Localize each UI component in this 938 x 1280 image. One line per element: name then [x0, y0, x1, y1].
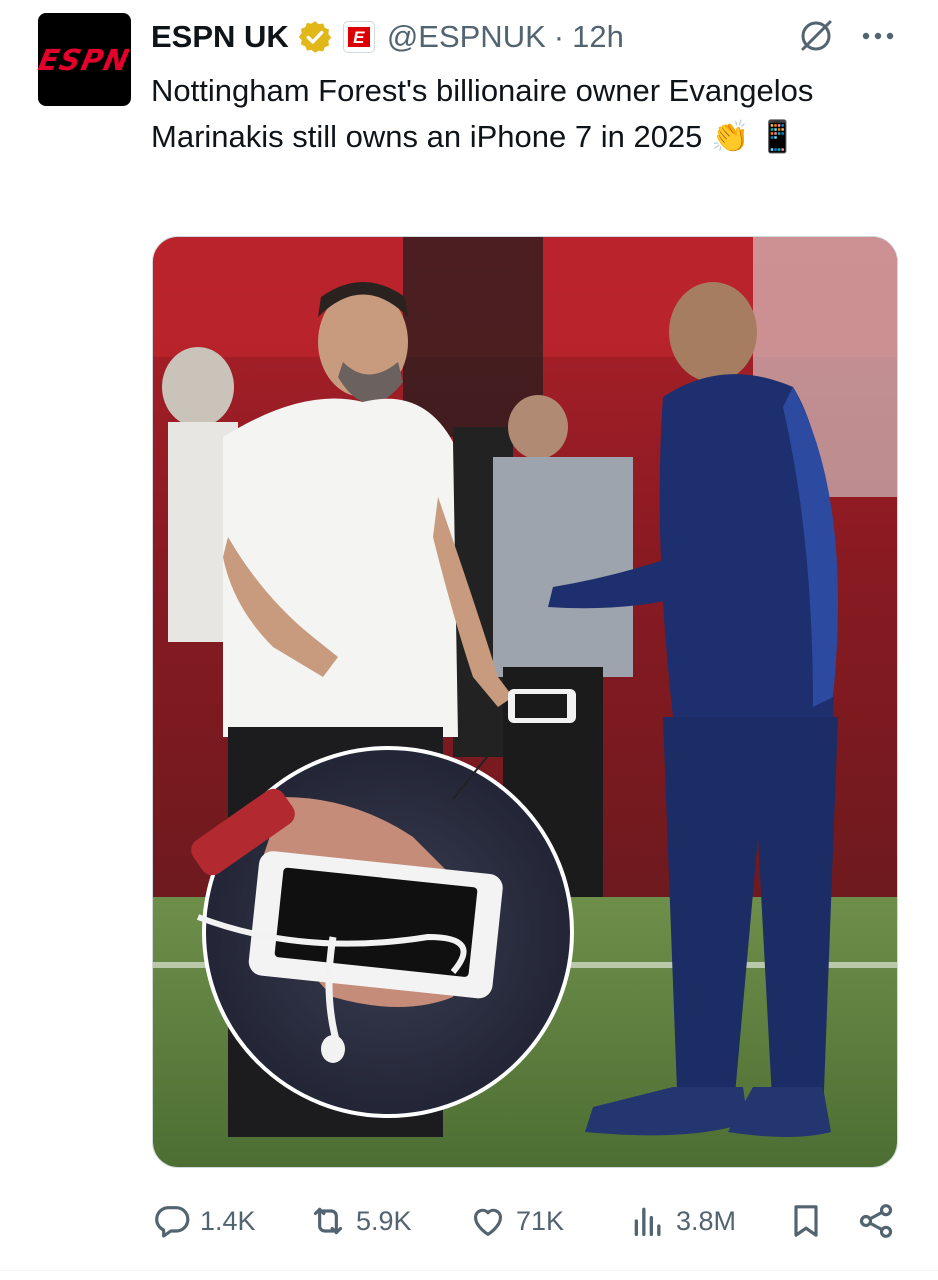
action-bar: 1.4K 5.9K 71K 3.8M: [152, 1198, 902, 1244]
reply-button[interactable]: 1.4K: [152, 1198, 256, 1244]
affiliate-badge-letter: E: [347, 27, 370, 47]
divider: [0, 1270, 938, 1271]
tweet-photo[interactable]: [152, 236, 898, 1168]
tweet-time[interactable]: 12h: [572, 19, 624, 55]
photo-illustration: [153, 237, 897, 1167]
repost-icon: [313, 1207, 343, 1235]
share-icon: [859, 1204, 893, 1238]
bookmark-button[interactable]: [786, 1198, 826, 1244]
tweet-card[interactable]: ESPN ESPN UK E @ESPNUK · 12h Nottingham …: [0, 0, 938, 1280]
phone-emoji: 📱: [758, 119, 797, 154]
views-icon: [634, 1207, 661, 1236]
reply-count: 1.4K: [200, 1205, 256, 1236]
views-button[interactable]: 3.8M: [628, 1198, 736, 1244]
views-count: 3.8M: [676, 1205, 737, 1236]
repost-button[interactable]: 5.9K: [308, 1198, 412, 1244]
grok-icon[interactable]: [796, 16, 836, 56]
bookmark-icon: [794, 1205, 818, 1237]
clapping-emoji: 👏: [711, 119, 750, 154]
tweet-header: ESPN UK E @ESPNUK · 12h: [151, 14, 624, 60]
avatar-logo-text: ESPN: [35, 42, 134, 77]
author-handle[interactable]: @ESPNUK: [387, 19, 546, 55]
reply-icon: [155, 1206, 190, 1238]
more-icon[interactable]: [858, 22, 898, 50]
tweet-text: Nottingham Forest's billionaire owner Ev…: [151, 68, 891, 160]
author-name[interactable]: ESPN UK: [151, 19, 289, 55]
affiliate-badge[interactable]: E: [342, 21, 375, 53]
repost-count: 5.9K: [356, 1205, 412, 1236]
like-count: 71K: [516, 1205, 565, 1236]
header-separator: ·: [553, 19, 565, 54]
verified-badge-icon: [298, 21, 332, 53]
avatar[interactable]: ESPN: [35, 13, 134, 106]
share-button[interactable]: [856, 1198, 896, 1244]
like-button[interactable]: 71K: [468, 1198, 564, 1244]
heart-icon: [473, 1208, 503, 1236]
